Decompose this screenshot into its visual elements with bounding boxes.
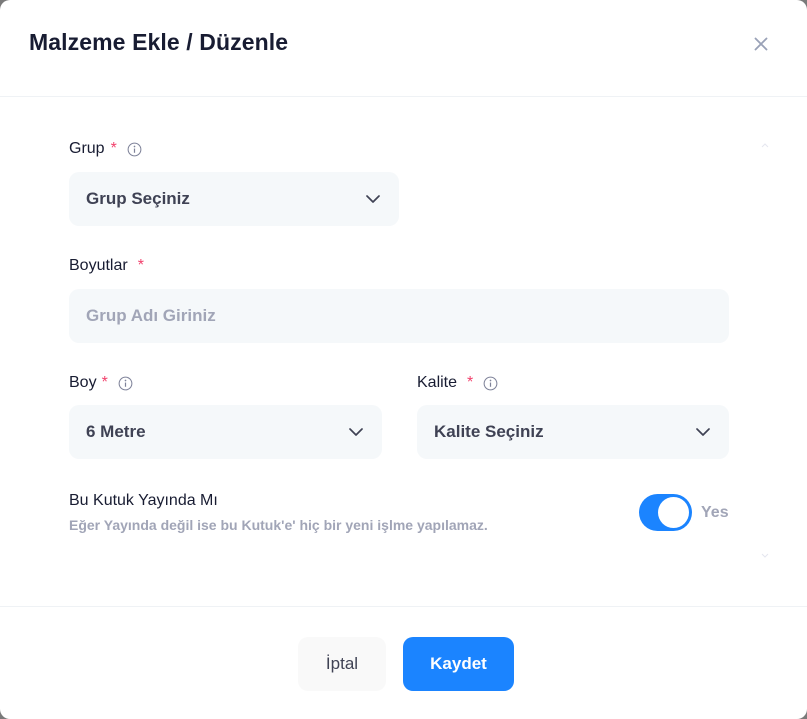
length-label-text: Boy (69, 374, 97, 391)
toggle-knob (658, 497, 689, 528)
length-select[interactable]: 6 Metre (69, 405, 382, 459)
modal-header: Malzeme Ekle / Düzenle (0, 0, 807, 97)
dimensions-label-text: Boyutlar (69, 257, 128, 274)
published-title: Bu Kutuk Yayında Mı (69, 492, 218, 509)
quality-label-text: Kalite (417, 374, 458, 391)
quality-select-value: Kalite Seçiniz (434, 422, 544, 441)
save-button[interactable]: Kaydet (403, 637, 514, 691)
scroll-up-arrow-icon[interactable] (761, 141, 769, 149)
cancel-button[interactable]: İptal (298, 637, 386, 691)
scroll-down-arrow-icon[interactable] (761, 552, 769, 560)
group-label: Grup * (69, 140, 142, 158)
close-button[interactable] (750, 33, 772, 55)
modal-title: Malzeme Ekle / Düzenle (29, 29, 289, 55)
dimensions-placeholder: Grup Adı Giriniz (86, 306, 216, 325)
length-label: Boy * (69, 374, 133, 392)
group-select-value: Grup Seçiniz (86, 189, 190, 208)
required-mark: * (467, 374, 474, 391)
chevron-down-icon (696, 428, 710, 437)
dimensions-label: Boyutlar * (69, 257, 144, 275)
info-icon[interactable] (483, 376, 498, 391)
required-mark: * (101, 374, 108, 391)
chevron-down-icon (349, 428, 363, 437)
close-icon (754, 37, 768, 51)
info-icon[interactable] (118, 376, 133, 391)
required-mark: * (137, 257, 144, 274)
published-toggle[interactable] (639, 494, 692, 531)
group-select[interactable]: Grup Seçiniz (69, 172, 399, 226)
quality-select[interactable]: Kalite Seçiniz (417, 405, 729, 459)
modal-footer: İptal Kaydet (0, 606, 807, 719)
published-description: Eğer Yayında değil ise bu Kutuk'e' hiç b… (69, 517, 488, 533)
dimensions-input[interactable]: Grup Adı Giriniz (69, 289, 729, 343)
toggle-state-label: Yes (701, 504, 729, 521)
required-mark: * (110, 140, 117, 157)
length-select-value: 6 Metre (86, 422, 146, 441)
quality-label: Kalite * (417, 374, 498, 392)
info-icon[interactable] (127, 142, 142, 157)
modal-dialog: Malzeme Ekle / Düzenle Grup * Grup Seçin… (0, 0, 807, 719)
group-label-text: Grup (69, 140, 105, 157)
chevron-down-icon (366, 195, 380, 204)
